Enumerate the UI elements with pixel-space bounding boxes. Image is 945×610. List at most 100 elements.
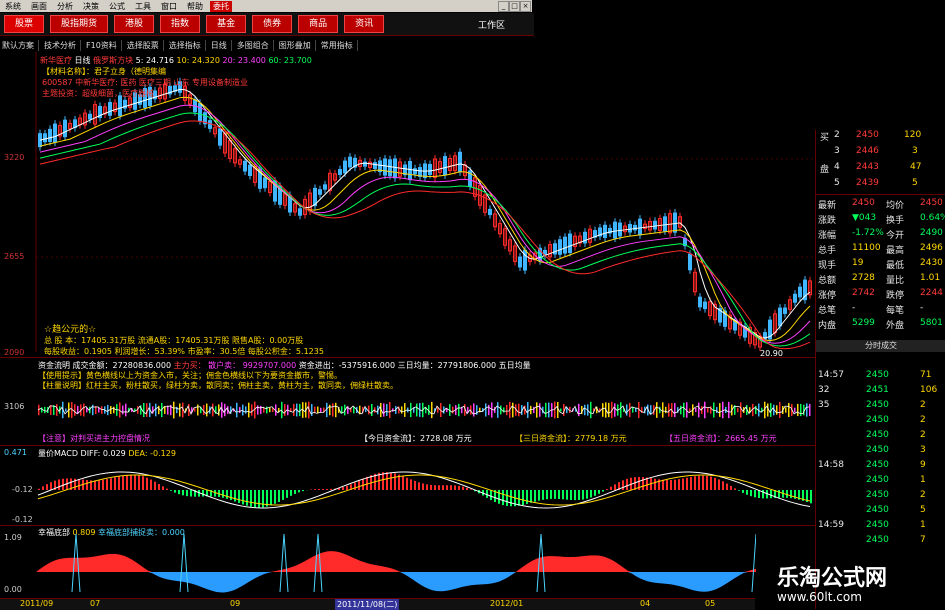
candle: [689, 254, 692, 270]
date-axis: 2011/09 07 09 2011/11/08(二) 2012/01 04 0…: [0, 598, 755, 610]
macd-bar: [542, 490, 544, 500]
macd-bar: [46, 484, 48, 490]
toolbar-select-stock[interactable]: 选择股票: [127, 40, 164, 51]
tab-commodities[interactable]: 商品: [298, 15, 338, 33]
fund-flow-bar: [602, 403, 604, 417]
menu-item-help[interactable]: 帮助: [184, 1, 206, 12]
toolbar-default-scheme[interactable]: 默认方案: [2, 40, 39, 51]
menu-item-analysis[interactable]: 分析: [54, 1, 76, 12]
fund-flow-axis: 3106: [4, 402, 24, 411]
fund-flow-bar: [614, 403, 616, 416]
close-icon[interactable]: ×: [520, 1, 531, 12]
tab-bonds[interactable]: 债券: [252, 15, 292, 33]
macd-chart[interactable]: [36, 455, 815, 525]
fund-flow-bar: [83, 404, 85, 417]
fund-flow-bar: [197, 405, 199, 416]
macd-bar: [342, 487, 344, 490]
candle: [639, 219, 642, 235]
maximize-icon[interactable]: □: [509, 1, 520, 12]
tab-funds[interactable]: 基金: [206, 15, 246, 33]
macd-bar: [118, 476, 120, 490]
fund-flow-chart[interactable]: [36, 390, 815, 430]
menu-item-trade[interactable]: 委托: [210, 1, 232, 12]
tab-index-futures[interactable]: 股指期货: [50, 15, 108, 33]
toolbar-select-indicator[interactable]: 选择指标: [169, 40, 206, 51]
tab-stocks[interactable]: 股票: [4, 15, 44, 33]
stock-title: 新华医疗: [40, 56, 72, 65]
chart-period: 日线: [75, 56, 91, 65]
menu-item-system[interactable]: 系统: [2, 1, 24, 12]
macd-bar: [238, 490, 240, 503]
candle: [374, 163, 377, 169]
macd-bar: [330, 489, 332, 490]
candle: [324, 185, 327, 189]
menu-bar: 系统 画面 分析 决策 公式 工具 窗口 帮助 委托: [0, 0, 532, 12]
macd-bar: [726, 484, 728, 490]
toolbar-multi-chart[interactable]: 多图组合: [237, 40, 274, 51]
minimize-icon[interactable]: _: [498, 1, 509, 12]
fund-flow-bar: [719, 403, 721, 417]
tab-indices[interactable]: 指数: [160, 15, 200, 33]
macd-bar: [538, 490, 540, 501]
fund-flow-bar: [212, 404, 214, 417]
fund-flow-bar: [800, 404, 802, 416]
toolbar-f10[interactable]: F10资料: [86, 40, 122, 51]
menu-item-window[interactable]: 窗口: [158, 1, 180, 12]
fund-flow-bar: [788, 403, 790, 417]
macd-bar: [686, 478, 688, 490]
ma60-value: 60: 23.700: [268, 56, 311, 65]
macd-bar: [530, 490, 532, 503]
quote-stat-row: 现手19最低2430: [816, 258, 945, 272]
candle: [264, 178, 267, 188]
fund-flow-bar: [806, 403, 808, 416]
bottom-axis-top: 1.09: [4, 533, 22, 542]
fund-flow-bar: [779, 402, 781, 418]
toolbar-common-indicators[interactable]: 常用指标: [321, 40, 358, 51]
macd-bar: [522, 490, 524, 505]
macd-bar: [138, 475, 140, 490]
macd-bar: [698, 476, 700, 490]
bottom-indicator-chart[interactable]: [36, 532, 756, 597]
fund-flow-bar: [707, 407, 709, 412]
toolbar-daily[interactable]: 日线: [211, 40, 232, 51]
candle: [299, 209, 302, 215]
tab-news[interactable]: 资讯: [344, 15, 384, 33]
candle: [799, 287, 802, 297]
work-area-label[interactable]: 工作区: [478, 18, 505, 31]
macd-bar: [770, 490, 772, 498]
tab-hk-stocks[interactable]: 港股: [114, 15, 154, 33]
macd-bar: [202, 490, 204, 496]
macd-bar: [694, 476, 696, 490]
macd-bar: [810, 490, 812, 503]
fund-flow-bar: [755, 406, 757, 414]
candle: [319, 190, 322, 195]
fund-flow-bar: [320, 408, 322, 412]
macd-bar: [746, 490, 748, 495]
macd-bar: [626, 479, 628, 490]
fund-flow-bar: [146, 403, 148, 417]
fund-flow-retail-sell: 散户卖：: [208, 361, 240, 370]
moving-average-line: [40, 113, 810, 346]
toolbar-overlay[interactable]: 图形叠加: [279, 40, 316, 51]
fund-flow-bar: [608, 403, 610, 417]
toolbar-tech-analysis[interactable]: 技术分析: [44, 40, 81, 51]
ticks-header[interactable]: 分时成交: [816, 340, 945, 352]
candle: [524, 250, 527, 270]
fund-flow-bar: [245, 406, 247, 413]
macd-bar: [518, 490, 520, 506]
macd-bar: [702, 476, 704, 490]
menu-item-view[interactable]: 画面: [28, 1, 50, 12]
candle: [444, 157, 447, 175]
menu-item-formula[interactable]: 公式: [106, 1, 128, 12]
macd-bar: [58, 479, 60, 490]
macd-bar: [362, 479, 364, 490]
macd-bar: [554, 490, 556, 499]
macd-bar: [590, 490, 592, 497]
menu-item-decision[interactable]: 决策: [80, 1, 102, 12]
macd-bar: [422, 483, 424, 490]
menu-item-tools[interactable]: 工具: [132, 1, 154, 12]
date-label: 2012/01: [490, 599, 523, 608]
fund-flow-bar: [269, 408, 271, 412]
fund-flow-bar: [776, 405, 778, 414]
macd-bar: [654, 479, 656, 490]
